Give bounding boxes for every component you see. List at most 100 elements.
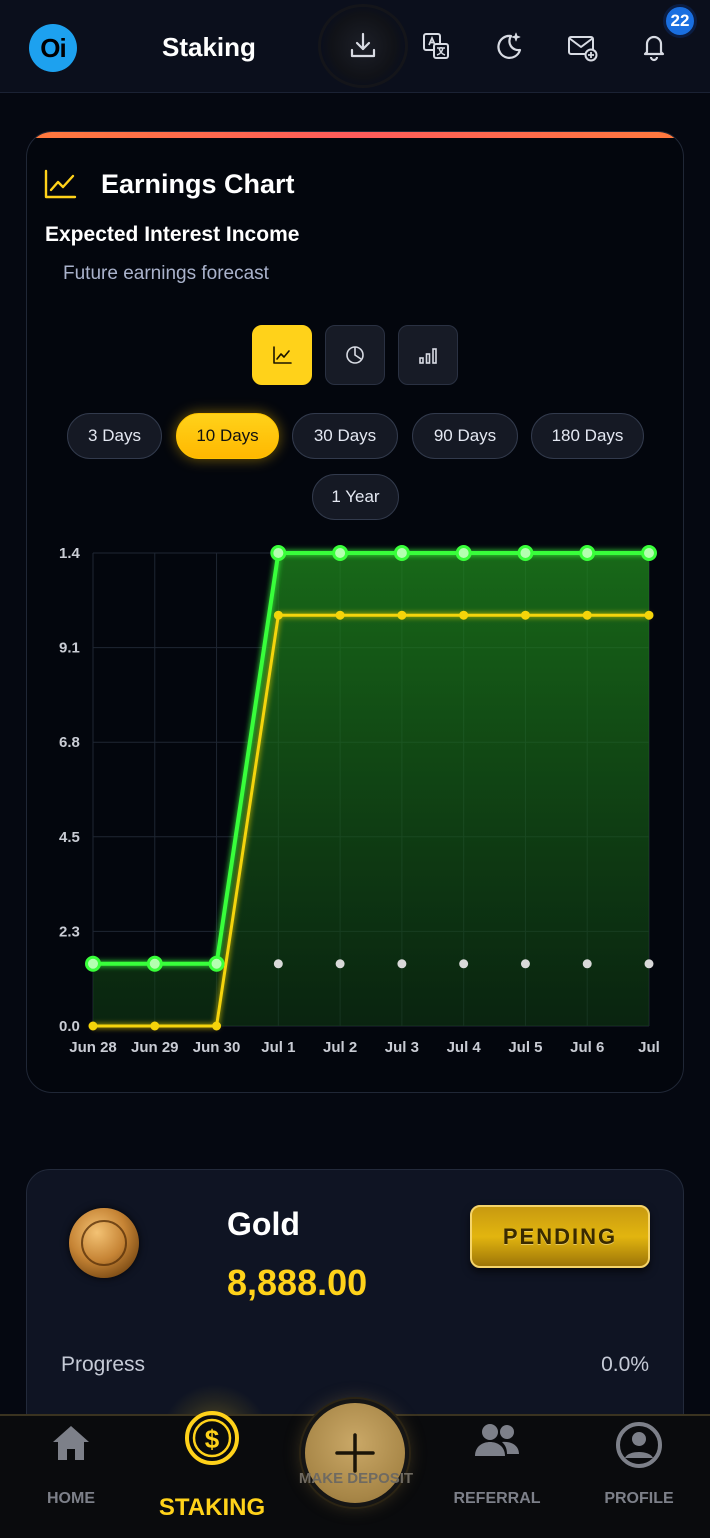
line-chart-icon <box>44 169 77 199</box>
series-point-0 <box>208 955 225 972</box>
plus-icon <box>335 1433 375 1473</box>
series-point-1 <box>644 610 654 620</box>
x-tick-label: Jul 3 <box>385 1039 419 1056</box>
series-point-1 <box>273 610 283 620</box>
series-point-1 <box>459 610 469 620</box>
status-text: PENDING <box>502 1223 618 1249</box>
referral-users-icon <box>475 1424 519 1456</box>
bell-icon <box>643 35 665 62</box>
series-area-fill <box>93 553 649 1026</box>
series-point-0 <box>455 545 472 561</box>
plan-name: Gold <box>227 1206 300 1242</box>
progress-label: Progress <box>61 1353 146 1376</box>
period-90-days[interactable]: 90 Days <box>412 413 518 459</box>
y-tick-label: 4.5 <box>59 829 80 846</box>
svg-text:$: $ <box>205 1424 220 1454</box>
series-point-2 <box>335 959 345 969</box>
profile-icon <box>616 1422 662 1468</box>
mail-icon <box>568 36 598 62</box>
gold-coin-icon <box>69 1208 139 1278</box>
series-point-1 <box>212 1021 222 1031</box>
period-30-days[interactable]: 30 Days <box>292 413 398 459</box>
home-icon <box>53 1426 89 1460</box>
series-point-1 <box>582 610 592 620</box>
earnings-line-chart: 1.4 9.1 6.8 4.5 2.3 0.0 Jun 28 Jun 29 Jun 30 Jul… <box>59 545 660 1056</box>
card-title: Earnings Chart <box>101 169 295 199</box>
app-logo[interactable]: Oi <box>29 24 77 72</box>
series-point-0 <box>270 545 287 561</box>
period-label: 90 Days <box>433 426 497 445</box>
series-point-2 <box>644 959 654 969</box>
download-button[interactable] <box>343 26 383 66</box>
earnings-chart-card: Earnings Chart Expected Interest Income … <box>26 131 684 1093</box>
period-10-days[interactable]: 10 Days <box>176 413 279 459</box>
nav-label: REFERRAL <box>453 1490 541 1507</box>
period-180-days[interactable]: 180 Days <box>531 413 644 459</box>
logo-text: Oi <box>40 32 66 63</box>
plan-amount: 8,888.00 <box>227 1262 368 1303</box>
y-tick-label: 0.0 <box>59 1018 80 1035</box>
x-tick-label: Jul 4 <box>447 1039 482 1056</box>
series-point-2 <box>273 959 283 969</box>
make-deposit-button[interactable] <box>301 1399 409 1507</box>
card-subtitle: Expected Interest Income <box>45 223 300 246</box>
x-tick-label: Jul 2 <box>323 1039 357 1056</box>
y-tick-label: 1.4 <box>59 545 81 562</box>
period-label: 180 Days <box>551 426 624 445</box>
chart-type-bar-button[interactable] <box>398 325 458 385</box>
period-label: 3 Days <box>88 426 141 445</box>
series-point-1 <box>335 610 345 620</box>
x-tick-label: Jun 29 <box>131 1039 179 1056</box>
series-point-1 <box>88 1021 98 1031</box>
theme-moon-icon <box>497 32 522 59</box>
dollar-coin-icon: $ <box>185 1411 239 1465</box>
x-tick-label: Jun 28 <box>69 1039 117 1056</box>
series-point-2 <box>520 959 530 969</box>
nav-referral[interactable]: REFERRAL <box>440 1416 554 1538</box>
series-point-0 <box>641 545 657 561</box>
x-tick-label: Jul 6 <box>570 1039 604 1056</box>
nav-label: PROFILE <box>604 1490 674 1507</box>
download-icon <box>350 32 376 58</box>
series-point-0 <box>517 545 534 561</box>
series-point-1 <box>520 610 530 620</box>
period-1-year[interactable]: 1 Year <box>312 474 399 520</box>
series-point-0 <box>579 545 596 561</box>
nav-staking[interactable]: $ STAKING <box>150 1411 274 1538</box>
y-tick-label: 6.8 <box>59 734 80 751</box>
period-3-days[interactable]: 3 Days <box>67 413 162 459</box>
page-title: Staking <box>162 32 256 62</box>
card-description: Future earnings forecast <box>63 263 269 284</box>
card-accent-bar <box>27 132 683 138</box>
translate-button[interactable] <box>416 26 456 66</box>
pie-chart-icon <box>346 346 364 364</box>
status-badge: PENDING <box>470 1205 650 1268</box>
series-point-1 <box>150 1021 160 1031</box>
series-point-2 <box>459 959 469 969</box>
y-tick-label: 9.1 <box>59 640 80 657</box>
period-label: 10 Days <box>196 426 259 445</box>
nav-label: HOME <box>47 1490 95 1507</box>
x-tick-label: Jul 5 <box>508 1039 542 1056</box>
series-point-1 <box>397 610 407 620</box>
nav-profile[interactable]: PROFILE <box>594 1416 684 1538</box>
theme-toggle-button[interactable] <box>489 26 529 66</box>
series-point-0 <box>393 545 410 561</box>
series-point-0 <box>146 955 163 972</box>
line-chart-icon <box>273 346 292 364</box>
series-point-0 <box>332 545 349 561</box>
nav-home[interactable]: HOME <box>26 1416 116 1538</box>
x-tick-label: Jul <box>638 1039 660 1056</box>
period-label: 1 Year <box>331 487 380 506</box>
notification-badge: 22 <box>663 4 697 38</box>
top-header: Oi Staking 22 <box>0 0 710 93</box>
nav-label: STAKING <box>158 1494 266 1521</box>
chart-type-pie-button[interactable] <box>325 325 385 385</box>
mail-button[interactable] <box>562 26 602 66</box>
chart-type-line-button[interactable] <box>252 325 312 385</box>
period-label: 30 Days <box>313 426 377 445</box>
x-tick-label: Jul 1 <box>261 1039 295 1056</box>
x-tick-label: Jun 30 <box>193 1039 241 1056</box>
progress-value: 0.0% <box>601 1353 649 1376</box>
series-point-2 <box>582 959 592 969</box>
